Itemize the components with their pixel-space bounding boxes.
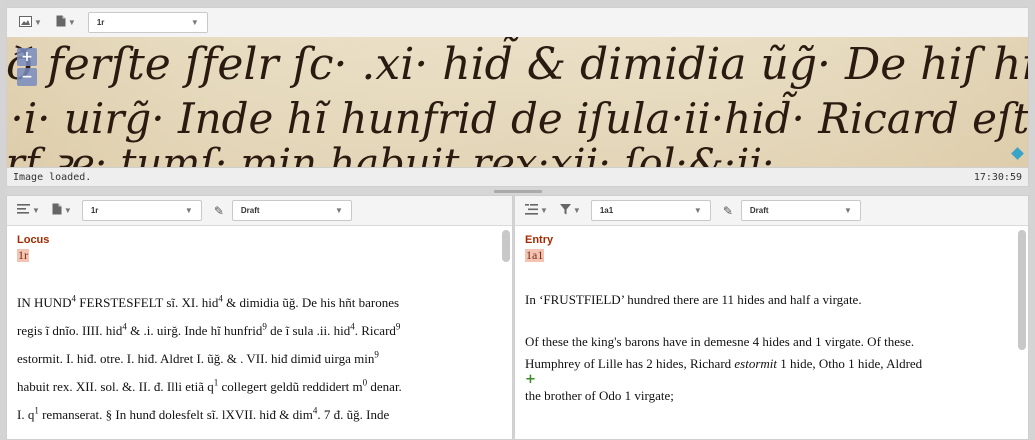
scrollbar-thumb[interactable] xyxy=(1018,230,1026,350)
page-menu-button[interactable]: ▼ xyxy=(54,13,78,33)
chevron-down-icon: ▼ xyxy=(334,206,343,215)
chevron-down-icon: ▼ xyxy=(693,206,702,215)
zoom-controls: + − xyxy=(17,48,37,86)
locus-value: 1r xyxy=(17,248,29,262)
translation-toolbar: ▼ ▼ 1a1 ▼ ✎ Draft ▼ xyxy=(515,196,1028,226)
text-align-icon xyxy=(17,204,30,217)
translation-paragraph: In ‘FRUSTFIELD’ hundred there are 11 hid… xyxy=(525,292,862,307)
status-bar: Image loaded. 17:30:59 xyxy=(6,167,1029,187)
image-icon xyxy=(19,15,32,30)
pencil-icon[interactable]: ✎ xyxy=(723,204,733,218)
page-icon xyxy=(52,203,62,218)
status-time: 17:30:59 xyxy=(973,171,1022,183)
entry-select[interactable]: 1a1 ▼ xyxy=(590,200,711,221)
chevron-down-icon: ▼ xyxy=(540,206,548,215)
entry-select-value: 1a1 xyxy=(599,206,614,215)
entry-heading: Entry xyxy=(525,234,554,246)
editor-app: ▼ ▼ 1r ▼ ð ferſte ſfelr ſc· .xi· hid̃ & … xyxy=(0,0,1035,440)
page-menu-button[interactable]: ▼ xyxy=(50,201,74,221)
page-icon xyxy=(56,15,66,30)
folio-select[interactable]: 1r ▼ xyxy=(87,12,208,33)
translation-scrollbar[interactable] xyxy=(1018,230,1026,437)
transcription-line: IN HUND4 FERSTESFELT sĩ. XI. hid4 & dimi… xyxy=(17,289,488,317)
translation-panel: ▼ ▼ 1a1 ▼ ✎ Draft ▼ Entry 1a1 In ‘FRUSTF… xyxy=(514,195,1029,440)
transcription-segment: I. q xyxy=(17,407,35,422)
zoom-out-button[interactable]: − xyxy=(17,68,37,86)
transcription-segment: habuit rex. XII. sol. &. II. đ. Illi eti… xyxy=(17,379,214,394)
chevron-down-icon: ▼ xyxy=(190,18,199,27)
chevron-down-icon: ▼ xyxy=(34,18,42,27)
transcription-segment: IN HUND xyxy=(17,295,72,310)
vertical-splitter[interactable] xyxy=(6,187,1029,195)
translation-editor[interactable]: Entry 1a1 In ‘FRUSTFIELD’ hundred there … xyxy=(515,226,1014,439)
align-menu-button[interactable]: ▼ xyxy=(15,201,42,221)
transcription-segment: . 7 đ. ũğ. Inde xyxy=(317,407,390,422)
transcription-segment: regis ĩ dnĩo. IIII. hid xyxy=(17,323,123,338)
indent-menu-button[interactable]: ▼ xyxy=(523,201,550,221)
filter-icon xyxy=(559,203,571,218)
scrollbar-thumb[interactable] xyxy=(502,230,510,262)
locus-select[interactable]: 1r ▼ xyxy=(81,200,202,221)
transcription-line: regis ĩ dnĩo. IIII. hid4 & .i. uirğ. Ind… xyxy=(17,317,488,345)
transcription-segment: & dimidia ũğ. De his hñt barones xyxy=(222,295,400,310)
transcription-segment: de ĩ sula .ii. hid xyxy=(266,323,351,338)
translation-emphasis: estormit xyxy=(734,356,778,371)
chevron-down-icon: ▼ xyxy=(63,206,72,215)
translation-line: Humphrey of Lille has 2 hides, Richard xyxy=(525,356,735,371)
chevron-down-icon: ▼ xyxy=(843,206,852,215)
transcription-line: I. q1 remanserat. § In hunđ dolesfelt sĩ… xyxy=(17,401,488,429)
transcription-segment: FERSTESFELT sĩ. XI. hid xyxy=(76,295,219,310)
transcription-scrollbar[interactable] xyxy=(502,230,510,437)
manuscript-image-viewer[interactable]: ð ferſte ſfelr ſc· .xi· hid̃ & dimidia ũ… xyxy=(6,37,1029,167)
svg-text:··i· uirg̃· Inde hĩ hunfrid de: ··i· uirg̃· Inde hĩ hunfrid de iſula·ii·… xyxy=(7,90,1029,143)
chevron-down-icon: ▼ xyxy=(67,18,76,27)
locus-select-value: 1r xyxy=(90,206,99,215)
translation-line: the brother of Odo 1 virgate; xyxy=(525,388,674,403)
list-indent-icon xyxy=(525,203,538,218)
zoom-in-button[interactable]: + xyxy=(17,48,37,66)
translation-paragraph: Of these the king's barons have in demes… xyxy=(525,331,1004,375)
status-select[interactable]: Draft ▼ xyxy=(740,200,861,221)
superscript-mark: 9 xyxy=(374,349,379,360)
transcription-segment: collegert geldũ reddidert m xyxy=(218,379,363,394)
svg-text:ð ferſte ſfelr ſc· .xi· hid̃ &: ð ferſte ſfelr ſc· .xi· hid̃ & dimidia ũ… xyxy=(7,37,1029,90)
chevron-down-icon: ▼ xyxy=(32,206,40,215)
pencil-icon[interactable]: ✎ xyxy=(214,204,224,218)
translation-line: 1 hide, Otho 1 hide, Aldred xyxy=(777,356,923,371)
transcription-segment: remanserat. § In hunđ dolesfelt sĩ. lXVI… xyxy=(38,407,313,422)
manuscript-image: ð ferſte ſfelr ſc· .xi· hid̃ & dimidia ũ… xyxy=(7,37,1029,167)
status-select-value: Draft xyxy=(240,206,260,215)
translation-text[interactable]: In ‘FRUSTFIELD’ hundred there are 11 hid… xyxy=(525,289,1004,407)
chevron-down-icon: ▼ xyxy=(572,206,581,215)
transcription-line: habuit rex. XII. sol. &. II. đ. Illi eti… xyxy=(17,373,488,401)
transcription-segment: & .i. uirğ. Inde hĩ hunfrid xyxy=(126,323,263,338)
transcription-editor[interactable]: Locus 1r IN HUND4 FERSTESFELT sĩ. XI. hi… xyxy=(7,226,498,439)
splitter-grip[interactable] xyxy=(494,190,542,193)
transcription-segment: . Ricard xyxy=(354,323,396,338)
folio-select-value: 1r xyxy=(96,18,105,27)
transcription-toolbar: ▼ ▼ 1r ▼ ✎ Draft ▼ xyxy=(7,196,512,226)
chevron-down-icon: ▼ xyxy=(184,206,193,215)
add-entry-icon[interactable]: + xyxy=(525,373,1004,386)
image-toolbar: ▼ ▼ 1r ▼ xyxy=(6,7,1029,37)
entry-value: 1a1 xyxy=(525,248,545,262)
translation-line: Of these the king's barons have in demes… xyxy=(525,334,915,349)
image-menu-button[interactable]: ▼ xyxy=(17,13,44,33)
status-select-value: Draft xyxy=(749,206,769,215)
status-message: Image loaded. xyxy=(13,171,92,183)
svg-text:ʒtrf ꝛe· tumſ· min habuit rex·: ʒtrf ꝛe· tumſ· min habuit rex·xii· ſol·&… xyxy=(7,141,775,167)
transcription-segment: estormit. I. hiđ. otre. I. hiđ. Aldret I… xyxy=(17,351,375,366)
transcription-segment: denar. xyxy=(367,379,402,394)
filter-menu-button[interactable]: ▼ xyxy=(558,201,583,221)
locus-heading: Locus xyxy=(17,234,50,246)
status-select[interactable]: Draft ▼ xyxy=(231,200,352,221)
transcription-line: estormit. I. hiđ. otre. I. hiđ. Aldret I… xyxy=(17,345,488,373)
transcription-text[interactable]: IN HUND4 FERSTESFELT sĩ. XI. hid4 & dimi… xyxy=(17,289,488,429)
superscript-mark: 9 xyxy=(395,321,401,332)
transcription-panel: ▼ ▼ 1r ▼ ✎ Draft ▼ Locus 1r IN HUND4 FER… xyxy=(6,195,513,440)
